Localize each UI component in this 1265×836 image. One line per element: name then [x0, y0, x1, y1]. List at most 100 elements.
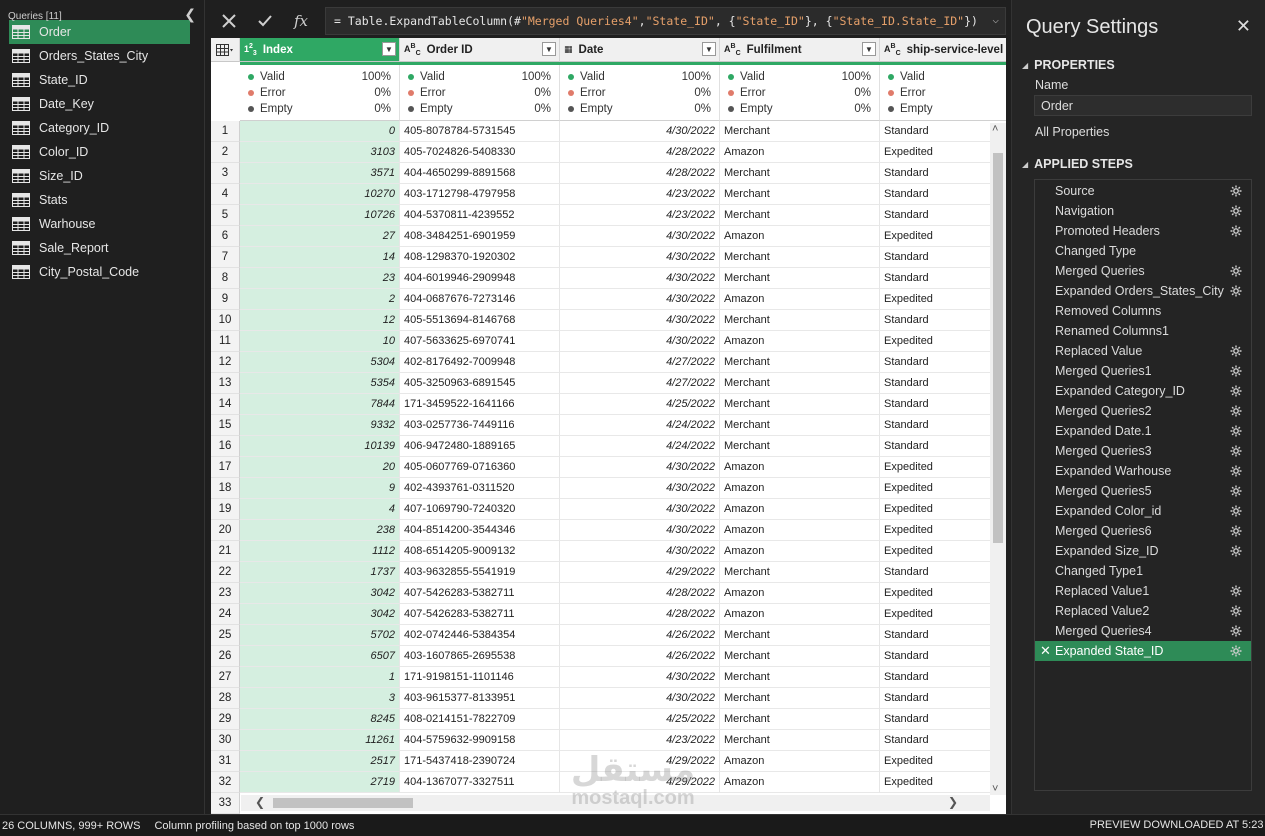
table-cell[interactable]: 238 — [240, 520, 400, 541]
query-item[interactable]: Sale_Report — [9, 236, 190, 260]
row-number[interactable]: 3 — [211, 163, 240, 184]
row-number[interactable]: 14 — [211, 394, 240, 415]
row-number[interactable]: 26 — [211, 646, 240, 667]
table-cell[interactable]: 404-5370811-4239552 — [400, 205, 560, 226]
gear-icon[interactable] — [1230, 505, 1242, 517]
row-number[interactable]: 27 — [211, 667, 240, 688]
query-item[interactable]: Category_ID — [9, 116, 190, 140]
table-cell[interactable]: Standard — [880, 667, 1006, 688]
close-icon[interactable]: ✕ — [1236, 16, 1251, 37]
collapse-pane-icon[interactable]: ❮ — [184, 6, 196, 23]
table-cell[interactable]: Merchant — [720, 436, 880, 457]
table-cell[interactable]: 12 — [240, 310, 400, 331]
table-cell[interactable]: 4/30/2022 — [560, 667, 720, 688]
table-cell[interactable]: Standard — [880, 352, 1006, 373]
column-header-1[interactable]: 123 Index ▼ — [240, 38, 400, 62]
vertical-scrollbar[interactable]: ˄ ˅ — [990, 123, 1006, 795]
gear-icon[interactable] — [1230, 365, 1242, 377]
table-cell[interactable]: Merchant — [720, 415, 880, 436]
table-cell[interactable]: 4/24/2022 — [560, 436, 720, 457]
table-cell[interactable]: Amazon — [720, 331, 880, 352]
row-number[interactable]: 19 — [211, 499, 240, 520]
cancel-formula-button[interactable] — [211, 7, 247, 35]
table-cell[interactable]: 4/30/2022 — [560, 331, 720, 352]
table-cell[interactable]: Merchant — [720, 268, 880, 289]
table-cell[interactable]: Expedited — [880, 772, 1006, 793]
table-cell[interactable]: Merchant — [720, 373, 880, 394]
row-number[interactable]: 17 — [211, 457, 240, 478]
table-cell[interactable]: 7844 — [240, 394, 400, 415]
table-cell[interactable]: Merchant — [720, 562, 880, 583]
query-item[interactable]: City_Postal_Code — [9, 260, 190, 284]
table-cell[interactable]: Amazon — [720, 289, 880, 310]
applied-step[interactable]: Changed Type — [1035, 241, 1251, 261]
row-number[interactable]: 21 — [211, 541, 240, 562]
column-header-4[interactable]: ABC Fulfilment ▼ — [720, 38, 880, 62]
table-cell[interactable]: 402-8176492-7009948 — [400, 352, 560, 373]
table-cell[interactable]: 407-5426283-5382711 — [400, 583, 560, 604]
table-cell[interactable]: Standard — [880, 268, 1006, 289]
vertical-scroll-thumb[interactable] — [993, 153, 1003, 543]
table-cell[interactable]: 4/26/2022 — [560, 646, 720, 667]
horizontal-scroll-thumb[interactable] — [273, 798, 413, 808]
gear-icon[interactable] — [1230, 465, 1242, 477]
all-properties-link[interactable]: All Properties — [1035, 125, 1265, 139]
applied-step[interactable]: Expanded Warhouse — [1035, 461, 1251, 481]
table-cell[interactable]: Amazon — [720, 142, 880, 163]
table-cell[interactable]: 408-0214151-7822709 — [400, 709, 560, 730]
table-cell[interactable]: Amazon — [720, 520, 880, 541]
gear-icon[interactable] — [1230, 625, 1242, 637]
table-cell[interactable]: 4/30/2022 — [560, 499, 720, 520]
table-cell[interactable]: 4 — [240, 499, 400, 520]
applied-step[interactable]: Expanded Orders_States_City — [1035, 281, 1251, 301]
table-cell[interactable]: Standard — [880, 247, 1006, 268]
query-item[interactable]: Size_ID — [9, 164, 190, 188]
table-cell[interactable]: 5304 — [240, 352, 400, 373]
row-number[interactable]: 29 — [211, 709, 240, 730]
column-type-icon[interactable]: ABC — [884, 43, 901, 57]
table-cell[interactable]: 405-7024826-5408330 — [400, 142, 560, 163]
table-cell[interactable]: 4/25/2022 — [560, 709, 720, 730]
row-number[interactable]: 7 — [211, 247, 240, 268]
table-cell[interactable]: Standard — [880, 163, 1006, 184]
table-cell[interactable]: 4/24/2022 — [560, 415, 720, 436]
gear-icon[interactable] — [1230, 585, 1242, 597]
table-cell[interactable]: 404-4650299-8891568 — [400, 163, 560, 184]
table-cell[interactable]: 4/30/2022 — [560, 121, 720, 142]
applied-step[interactable]: Removed Columns — [1035, 301, 1251, 321]
table-cell[interactable]: 4/30/2022 — [560, 457, 720, 478]
table-menu-button[interactable] — [211, 38, 240, 62]
applied-step[interactable]: Source — [1035, 181, 1251, 201]
table-cell[interactable]: 2 — [240, 289, 400, 310]
table-cell[interactable]: 11261 — [240, 730, 400, 751]
table-cell[interactable]: 6507 — [240, 646, 400, 667]
applied-step[interactable]: Expanded Size_ID — [1035, 541, 1251, 561]
filter-dropdown-icon[interactable]: ▼ — [382, 42, 396, 56]
query-name-input[interactable] — [1034, 95, 1252, 116]
applied-step[interactable]: Expanded Category_ID — [1035, 381, 1251, 401]
table-cell[interactable]: Merchant — [720, 730, 880, 751]
table-cell[interactable]: 404-5759632-9909158 — [400, 730, 560, 751]
table-cell[interactable]: Standard — [880, 562, 1006, 583]
applied-step[interactable]: Merged Queries1 — [1035, 361, 1251, 381]
row-number[interactable]: 9 — [211, 289, 240, 310]
table-cell[interactable]: Standard — [880, 121, 1006, 142]
scroll-left-icon[interactable]: ❮ — [255, 795, 265, 809]
gear-icon[interactable] — [1230, 425, 1242, 437]
gear-icon[interactable] — [1230, 605, 1242, 617]
table-cell[interactable]: 9332 — [240, 415, 400, 436]
table-cell[interactable]: 5702 — [240, 625, 400, 646]
table-cell[interactable]: 4/30/2022 — [560, 541, 720, 562]
row-number[interactable]: 24 — [211, 604, 240, 625]
table-cell[interactable]: 4/28/2022 — [560, 163, 720, 184]
table-cell[interactable]: 10726 — [240, 205, 400, 226]
table-cell[interactable]: Merchant — [720, 688, 880, 709]
fx-button[interactable]: fx — [283, 7, 319, 35]
table-cell[interactable]: 4/27/2022 — [560, 352, 720, 373]
table-cell[interactable]: Expedited — [880, 226, 1006, 247]
table-cell[interactable]: 404-1367077-3327511 — [400, 772, 560, 793]
table-cell[interactable]: 408-6514205-9009132 — [400, 541, 560, 562]
row-number[interactable]: 12 — [211, 352, 240, 373]
table-cell[interactable]: Amazon — [720, 457, 880, 478]
table-cell[interactable]: Merchant — [720, 646, 880, 667]
